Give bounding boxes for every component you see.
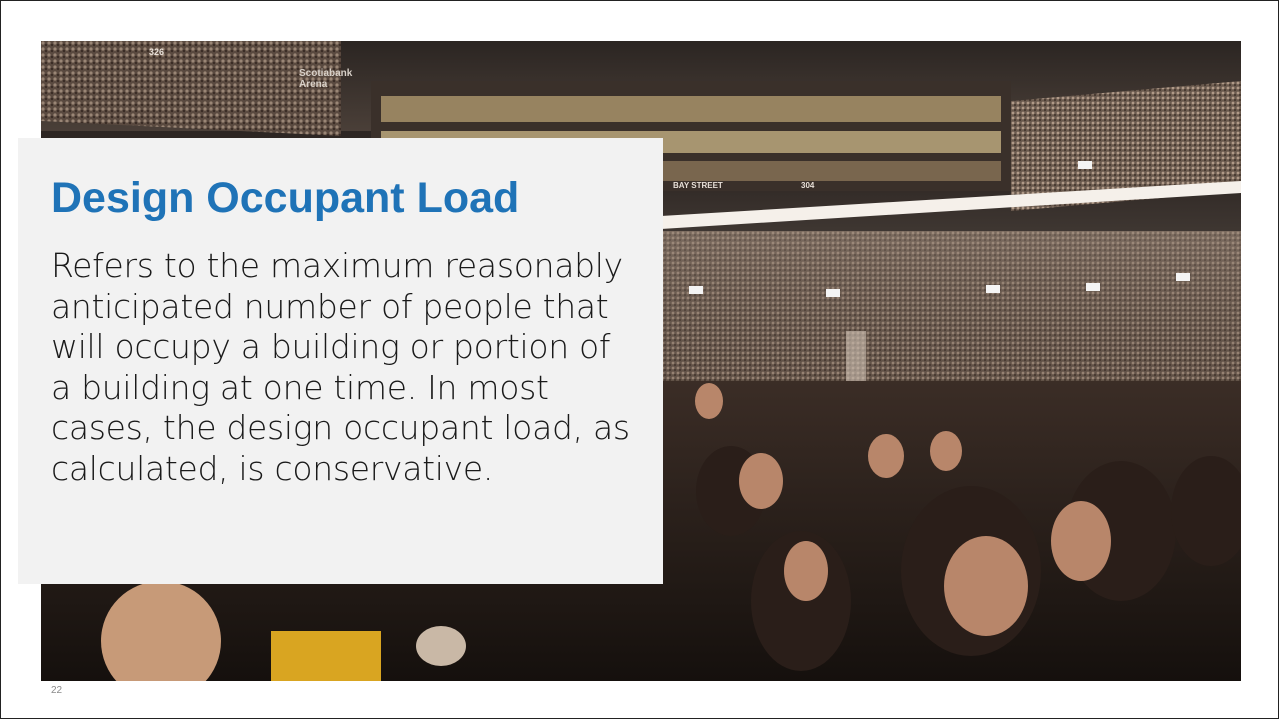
slide: Scotiabank Arena BAY STREET 304 326 Desi… bbox=[0, 0, 1279, 719]
page-number: 22 bbox=[51, 685, 63, 696]
svg-text:Scotiabank: Scotiabank bbox=[299, 68, 353, 79]
svg-text:BAY STREET: BAY STREET bbox=[673, 181, 723, 190]
svg-text:Arena: Arena bbox=[299, 79, 328, 90]
text-panel: Design Occupant Load Refers to the maxim… bbox=[18, 138, 663, 584]
slide-title: Design Occupant Load bbox=[51, 174, 520, 222]
svg-text:304: 304 bbox=[801, 181, 815, 190]
slide-body-text: Refers to the maximum reasonably anticip… bbox=[51, 246, 630, 488]
svg-text:326: 326 bbox=[149, 47, 164, 57]
